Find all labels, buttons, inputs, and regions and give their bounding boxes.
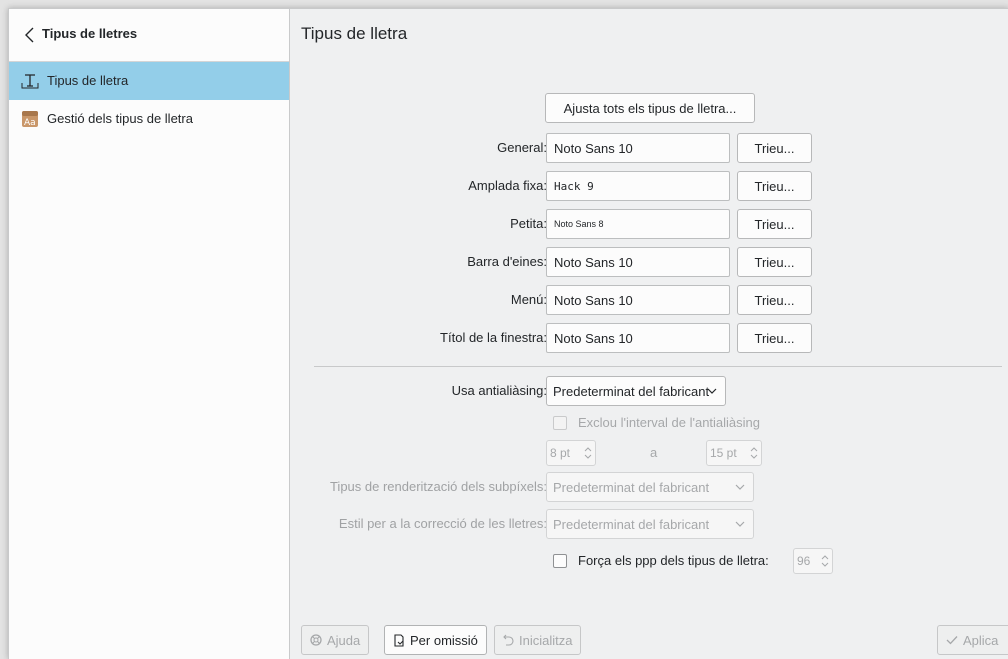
- chevron-down-icon: [735, 484, 745, 490]
- defaults-label: Per omissió: [410, 632, 478, 648]
- sidebar-title: Tipus de lletres: [42, 26, 138, 41]
- choose-small-font-button[interactable]: Trieu...: [737, 209, 812, 239]
- choose-toolbar-font-button[interactable]: Trieu...: [737, 247, 812, 277]
- system-settings-window: Tipus de lletres Tipus de lletra Aa Gest…: [8, 8, 1008, 659]
- font-management-icon: Aa: [22, 111, 38, 128]
- small-font-label: Petita:: [510, 216, 547, 231]
- exclude-to-value: 15 pt: [710, 446, 737, 460]
- help-icon: [310, 634, 322, 646]
- window-title-font-label: Títol de la finestra:: [440, 330, 547, 345]
- subpixel-rendering-value: Predeterminat del fabricant: [553, 479, 710, 495]
- sidebar-item-label: Tipus de lletra: [47, 73, 129, 88]
- choose-general-font-button[interactable]: Trieu...: [737, 133, 812, 163]
- apply-button[interactable]: Aplica: [937, 625, 1008, 655]
- page-title: Tipus de lletra: [301, 24, 408, 43]
- general-font-label: General:: [497, 140, 547, 155]
- hinting-style-label: Estil per a la correcció de les lletres:: [338, 516, 547, 531]
- force-dpi-spinbox[interactable]: 96: [793, 548, 833, 574]
- general-font-field: Noto Sans 10: [546, 133, 730, 163]
- exclude-from-value: 8 pt: [550, 446, 571, 460]
- section-divider: [314, 366, 1002, 367]
- sidebar-item-font-management[interactable]: Aa Gestió dels tipus de lletra: [9, 100, 289, 138]
- antialiasing-value: Predeterminat del fabricant: [553, 383, 710, 399]
- reset-button[interactable]: Inicialitza: [494, 625, 582, 655]
- undo-icon: [503, 634, 514, 646]
- chevron-down-icon: [735, 521, 745, 527]
- choose-window-title-font-button[interactable]: Trieu...: [737, 323, 812, 353]
- chevron-down-icon: [707, 388, 717, 394]
- exclude-range-checkbox[interactable]: [553, 416, 567, 430]
- svg-text:Aa: Aa: [24, 118, 36, 128]
- back-arrow-icon[interactable]: [23, 26, 37, 44]
- reset-label: Inicialitza: [519, 632, 573, 648]
- help-label: Ajuda: [327, 632, 361, 648]
- sidebar-item-fonts[interactable]: Tipus de lletra: [9, 62, 289, 100]
- hinting-style-value: Predeterminat del fabricant: [553, 516, 710, 532]
- fixed-width-font-label: Amplada fixa:: [468, 178, 547, 193]
- spin-arrows-icon: [750, 447, 758, 459]
- choose-menu-font-button[interactable]: Trieu...: [737, 285, 812, 315]
- exclude-range-label: Exclou l'interval de l'antialiàsing: [578, 415, 761, 430]
- sidebar: Tipus de lletres Tipus de lletra Aa Gest…: [9, 9, 290, 659]
- force-dpi-label: Força els ppp dels tipus de lletra:: [578, 553, 769, 568]
- exclude-from-spinbox[interactable]: 8 pt: [546, 440, 596, 466]
- force-dpi-checkbox[interactable]: [553, 554, 567, 568]
- apply-label: Aplica: [963, 632, 999, 648]
- toolbar-font-field: Noto Sans 10: [546, 247, 730, 277]
- checkmark-icon: [946, 636, 958, 645]
- range-separator: a: [650, 445, 658, 460]
- antialiasing-select[interactable]: Predeterminat del fabricant: [546, 376, 726, 406]
- window-title-font-field: Noto Sans 10: [546, 323, 730, 353]
- help-button[interactable]: Ajuda: [301, 625, 370, 655]
- exclude-to-spinbox[interactable]: 15 pt: [706, 440, 762, 466]
- choose-fixed-width-font-button[interactable]: Trieu...: [737, 171, 812, 201]
- defaults-button[interactable]: Per omissió: [384, 625, 487, 655]
- sidebar-item-label: Gestió dels tipus de lletra: [47, 111, 193, 126]
- subpixel-rendering-label: Tipus de renderització dels subpíxels:: [329, 479, 547, 494]
- spin-arrows-icon: [821, 555, 829, 567]
- spin-arrows-icon: [584, 447, 592, 459]
- adjust-all-fonts-button[interactable]: Ajusta tots els tipus de lletra...: [545, 93, 755, 123]
- small-font-field: Noto Sans 8: [546, 209, 730, 239]
- subpixel-rendering-select[interactable]: Predeterminat del fabricant: [546, 472, 754, 502]
- font-icon: [21, 74, 39, 89]
- toolbar-font-label: Barra d'eines:: [467, 254, 547, 269]
- sidebar-header: Tipus de lletres: [9, 9, 289, 62]
- document-defaults-icon: [394, 633, 404, 647]
- antialiasing-label: Usa antialiàsing:: [451, 383, 547, 398]
- main-panel: Tipus de lletra Ajusta tots els tipus de…: [290, 9, 1008, 659]
- menu-font-label: Menú:: [510, 292, 547, 307]
- menu-font-field: Noto Sans 10: [546, 285, 730, 315]
- fixed-width-font-field: Hack 9: [546, 171, 730, 201]
- hinting-style-select[interactable]: Predeterminat del fabricant: [546, 509, 754, 539]
- force-dpi-value: 96: [797, 554, 811, 568]
